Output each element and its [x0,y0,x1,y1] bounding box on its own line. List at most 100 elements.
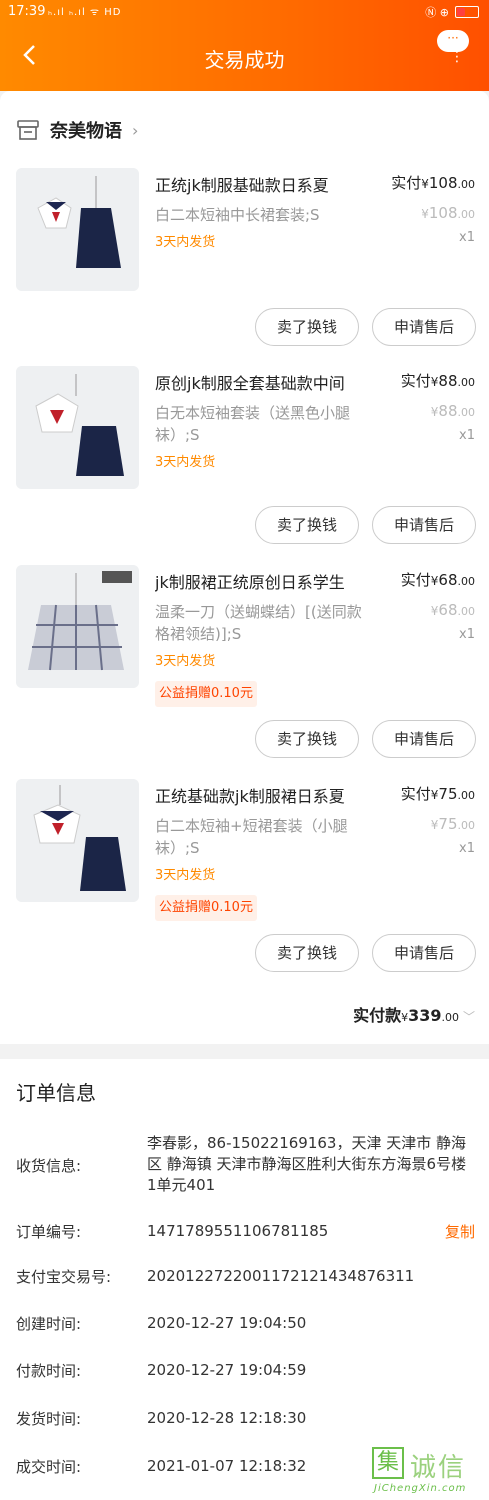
info-value: 2020122722001172121434876311 [147,1267,415,1285]
quantity: x1 [459,841,475,856]
sell-button[interactable]: 卖了换钱 [255,506,359,544]
orig-int: 108 [428,204,458,222]
info-value: 2020-12-27 19:04:50 [147,1314,307,1332]
paid-label: 实付 [400,571,431,589]
paid-price: 实付¥88.00 [401,370,475,391]
info-label: 发货时间: [16,1410,82,1428]
price-dec: .00 [457,575,476,588]
paid-price: 实付¥68.00 [401,569,475,590]
charity-badge: 公益捐赠0.10元 [155,681,257,707]
product-name: 原创jk制服全套基础款中间 [155,374,345,393]
after-sales-button[interactable]: 申请售后 [372,308,476,346]
chevron-down-icon: ﹀ [462,1010,475,1024]
original-price: ¥88.00 [431,402,475,420]
price-dec: .00 [457,178,476,191]
info-label: 付款时间: [16,1362,82,1380]
shop-header[interactable]: 奈美物语 › [16,115,138,145]
status-bar: 17:39 ₕ.ıl ₕ.ıl ᯤ HD Ⓝ ⊕ [0,0,489,26]
more-dots-icon: ⋮ [450,49,464,65]
after-sales-button[interactable]: 申请售后 [372,720,476,758]
quantity: x1 [459,627,475,642]
order-item[interactable]: 正统基础款jk制服裙日系夏 白二本短袖+短裙套装（小腿袜）;S 3天内发货 公益… [0,779,489,979]
product-image [16,366,139,489]
sell-button[interactable]: 卖了换钱 [255,308,359,346]
yen-sign: ¥ [421,207,429,221]
signal-icons: ₕ.ıl ₕ.ıl ᯤ HD [48,7,122,18]
info-value: 2020-12-28 12:18:30 [147,1409,307,1427]
info-value: 1471789551106781185 [147,1222,329,1240]
info-row-address: 收货信息: 李春影，86-15022169163，天津 天津市 静海区 静海镇 … [16,1133,476,1199]
product-name: jk制服裙正统原创日系学生 [155,573,345,592]
product-spec: 白二本短袖+短裙套装（小腿袜）;S [155,817,348,857]
info-row-created: 创建时间: 2020-12-27 19:04:50 [16,1313,476,1335]
info-label: 收货信息: [16,1157,82,1175]
info-row-shipped: 发货时间: 2020-12-28 12:18:30 [16,1408,476,1430]
product-image [16,168,139,291]
orig-dec: .00 [457,605,476,618]
paid-price: 实付¥108.00 [391,172,475,193]
total-int: 339 [408,1006,442,1025]
copy-button[interactable]: 复制 [445,1221,475,1242]
product-info: 白二本短袖中长裙套装;S 3天内发货 [155,204,375,254]
paid-price: 实付¥75.00 [401,783,475,804]
original-price: ¥108.00 [421,204,475,222]
status-right-icons: Ⓝ ⊕ [425,6,449,19]
shipping-note: 3天内发货 [155,868,216,883]
product-info: 温柔一刀（送蝴蝶结）[(送同款格裙领结)];S 3天内发货 公益捐赠0.10元 [155,601,375,707]
section-title: 订单信息 [16,1081,96,1105]
info-value: 2020-12-27 19:04:59 [147,1361,307,1379]
orig-int: 75 [438,815,458,833]
sell-button[interactable]: 卖了换钱 [255,934,359,972]
orig-int: 88 [438,402,458,420]
watermark-url: JiChengXin.com [374,1483,467,1494]
order-info-section: 订单信息 收货信息: 李春影，86-15022169163，天津 天津市 静海区… [0,1059,489,1500]
order-total[interactable]: 实付款¥339.00 ﹀ [353,1002,475,1026]
yen-sign: ¥ [421,177,429,191]
after-sales-button[interactable]: 申请售后 [372,506,476,544]
info-label: 创建时间: [16,1315,82,1333]
product-spec: 温柔一刀（送蝴蝶结）[(送同款格裙领结)];S [155,603,362,643]
price-dec: .00 [457,376,476,389]
total-label: 实付款 [353,1006,402,1025]
top-bar: 17:39 ₕ.ıl ₕ.ıl ᯤ HD Ⓝ ⊕ 交易成功 ··· ⋮ [0,0,489,91]
charity-badge: 公益捐赠0.10元 [155,895,257,921]
shipping-note: 3天内发货 [155,455,216,470]
order-item[interactable]: 原创jk制服全套基础款中间 白无本短袖套装（送黑色小腿袜）;S 3天内发货 实付… [0,366,489,566]
info-row-alipay-number: 支付宝交易号: 2020122722001172121434876311 [16,1266,476,1288]
price-int: 68 [438,571,458,589]
price-dec: .00 [457,789,476,802]
original-price: ¥75.00 [431,815,475,833]
shipping-note: 3天内发货 [155,654,216,669]
order-item[interactable]: 正统jk制服基础款日系夏 白二本短袖中长裙套装;S 3天内发货 实付¥108.0… [0,168,489,368]
sell-button[interactable]: 卖了换钱 [255,720,359,758]
price-int: 108 [428,174,458,192]
info-label: 成交时间: [16,1458,82,1476]
product-name: 正统基础款jk制服裙日系夏 [155,787,345,806]
status-time: 17:39 [8,4,46,19]
info-label: 订单编号: [16,1223,82,1241]
shop-name: 奈美物语 [50,121,122,142]
product-info: 白无本短袖套装（送黑色小腿袜）;S 3天内发货 [155,402,375,474]
after-sales-button[interactable]: 申请售后 [372,934,476,972]
orig-int: 68 [438,601,458,619]
quantity: x1 [459,230,475,245]
price-int: 75 [438,785,458,803]
store-icon [17,120,39,140]
orig-dec: .00 [457,208,476,221]
product-spec: 白无本短袖套装（送黑色小腿袜）;S [155,404,351,444]
shipping-note: 3天内发货 [155,235,216,250]
battery-icon [455,6,479,18]
total-dec: .00 [441,1011,459,1024]
product-info: 白二本短袖+短裙套装（小腿袜）;S 3天内发货 公益捐赠0.10元 [155,815,375,921]
status-right: Ⓝ ⊕ [425,4,479,20]
original-price: ¥68.00 [431,601,475,619]
info-value: 李春影，86-15022169163，天津 天津市 静海区 静海镇 天津市静海区… [147,1134,467,1194]
info-label: 支付宝交易号: [16,1268,112,1286]
page-title: 交易成功 [204,48,285,72]
order-item[interactable]: jk制服裙正统原创日系学生 温柔一刀（送蝴蝶结）[(送同款格裙领结)];S 3天… [0,565,489,765]
order-card: 奈美物语 › 正统jk制服基础款日系夏 白二本短袖中长裙套装;S 3天内发货 实… [0,91,489,1044]
orig-dec: .00 [457,406,476,419]
more-menu-button[interactable]: ··· ⋮ [437,30,469,72]
chevron-right-icon: › [132,120,139,140]
product-name: 正统jk制服基础款日系夏 [155,176,329,195]
